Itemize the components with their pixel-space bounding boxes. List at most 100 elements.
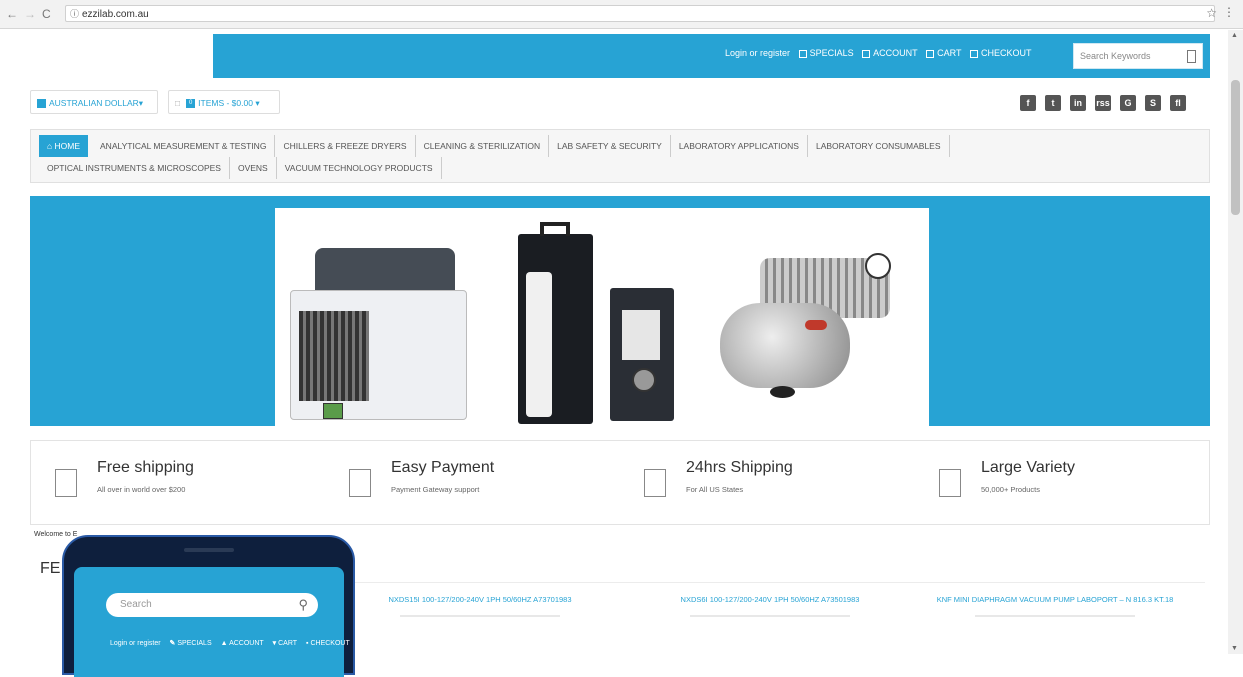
product-card[interactable]: NXDS15I 100-127/200-240V 1PH 50/60HZ A73… — [345, 594, 615, 617]
account-link[interactable]: ACCOUNT — [862, 48, 918, 58]
nav-analytical[interactable]: ANALYTICAL MEASUREMENT & TESTING — [92, 135, 276, 157]
nav-cleaning[interactable]: CLEANING & STERILIZATION — [416, 135, 550, 157]
skype-icon[interactable]: S — [1145, 95, 1161, 111]
twitter-icon[interactable]: t — [1045, 95, 1061, 111]
nav-row-1: ⌂ HOME ANALYTICAL MEASUREMENT & TESTING CH… — [39, 135, 950, 157]
mobile-account-link[interactable]: ▲ ACCOUNT — [221, 640, 264, 647]
feature-title: Large Variety — [981, 459, 1075, 476]
flickr-icon[interactable]: fl — [1170, 95, 1186, 111]
tag-icon: ✎ — [169, 640, 176, 647]
cart-summary: ITEMS - $0.00 — [198, 98, 253, 108]
scroll-up-icon[interactable]: ▲ — [1231, 32, 1238, 39]
site-header: Login or register SPECIALS ACCOUNT CART … — [30, 34, 1210, 78]
browser-chrome: ← → C ⓘ ezzilab.com.au ☆ ⋮ — [0, 0, 1243, 29]
cart-icon: □ — [175, 98, 181, 108]
feature-subtitle: All over in world over $200 — [97, 485, 186, 494]
reload-icon[interactable]: C — [42, 7, 51, 21]
info-icon: ⓘ — [70, 9, 80, 19]
nav-lab-applications[interactable]: LABORATORY APPLICATIONS — [671, 135, 808, 157]
nav-ovens[interactable]: OVENS — [230, 157, 277, 179]
product-name[interactable]: NXDS6I 100-127/200-240V 1PH 50/60HZ A735… — [635, 594, 905, 605]
checkout-icon — [969, 49, 978, 58]
featured-products: NXDS15I 100-127/200-240V 1PH 50/60HZ A73… — [345, 594, 1205, 634]
hero-product-image — [275, 208, 929, 426]
mobile-specials-link[interactable]: ✎ SPECIALS — [170, 640, 212, 647]
mobile-search-input[interactable]: Search ⚲ — [106, 593, 318, 617]
feature-free-shipping: Free shipping All over in world over $20… — [55, 459, 315, 509]
feature-title: 24hrs Shipping — [686, 459, 793, 476]
cart-icon: ▾ — [272, 640, 277, 647]
product-name[interactable]: KNF MINI DIAPHRAGM VACUUM PUMP LABOPORT … — [920, 594, 1190, 605]
back-arrow-icon[interactable]: ← — [6, 7, 18, 21]
specials-icon — [798, 49, 807, 58]
scroll-thumb[interactable] — [1231, 80, 1240, 215]
checkout-icon: ▪ — [306, 640, 309, 647]
feature-easy-payment: Easy Payment Payment Gateway support — [349, 459, 609, 509]
star-icon[interactable]: ☆ — [1206, 6, 1217, 20]
nav-home[interactable]: ⌂ HOME — [39, 135, 89, 157]
phone-mockup: Search ⚲ Login or register ✎ SPECIALS ▲ … — [62, 535, 355, 677]
feature-subtitle: 50,000+ Products — [981, 485, 1041, 494]
cart-dropdown[interactable]: □ 0 ITEMS - $0.00 ▾ — [168, 90, 280, 114]
section-divider — [345, 582, 1205, 583]
nav-lab-consumables[interactable]: LABORATORY CONSUMABLES — [808, 135, 950, 157]
nav-vacuum[interactable]: VACUUM TECHNOLOGY PRODUCTS — [277, 157, 442, 179]
feature-large-variety: Large Variety 50,000+ Products — [939, 459, 1199, 509]
nav-home-label: HOME — [54, 141, 81, 151]
search-icon[interactable]: ⚲ — [298, 593, 308, 617]
payment-icon — [349, 469, 371, 497]
nav-lab-safety[interactable]: LAB SAFETY & SECURITY — [549, 135, 671, 157]
address-bar[interactable]: ⓘ ezzilab.com.au — [65, 5, 1215, 22]
rss-icon[interactable]: rss — [1095, 95, 1111, 111]
hero-banner[interactable] — [30, 196, 1210, 426]
product-name[interactable]: NXDS15I 100-127/200-240V 1PH 50/60HZ A73… — [345, 594, 615, 605]
linkedin-icon[interactable]: in — [1070, 95, 1086, 111]
url-text: ezzilab.com.au — [82, 9, 149, 20]
welcome-text: Welcome to E — [34, 531, 78, 538]
page-scrollbar[interactable]: ▲ ▼ — [1228, 30, 1243, 654]
currency-dropdown[interactable]: AUSTRALIAN DOLLAR▾ — [30, 90, 158, 114]
login-link[interactable]: Login or register — [725, 48, 790, 58]
currency-icon — [37, 99, 46, 109]
user-icon: ▲ — [220, 640, 228, 647]
featured-heading: FE — [40, 560, 61, 577]
syringe-pump-image — [518, 222, 593, 424]
diaphragm-pump-image — [290, 248, 467, 420]
home-icon: ⌂ — [47, 141, 53, 151]
checkout-link[interactable]: CHECKOUT — [969, 48, 1032, 58]
controller-image — [610, 288, 674, 421]
nav-optical[interactable]: OPTICAL INSTRUMENTS & MICROSCOPES — [39, 157, 230, 179]
menu-icon[interactable]: ⋮ — [1223, 5, 1235, 19]
account-icon — [862, 49, 871, 58]
social-links: f t in rss G Sfl — [1020, 93, 1195, 111]
nav-row-2: OPTICAL INSTRUMENTS & MICROSCOPES OVENS VA… — [39, 157, 442, 179]
search-input[interactable]: Search Keywords — [1073, 43, 1203, 69]
mobile-login-link[interactable]: Login or register — [110, 640, 161, 647]
mobile-search-placeholder: Search — [120, 599, 152, 610]
phone-screen: Search ⚲ Login or register ✎ SPECIALS ▲ … — [74, 567, 350, 677]
forward-arrow-icon[interactable]: → — [24, 7, 36, 21]
cart-link[interactable]: CART — [926, 48, 961, 58]
search-button[interactable] — [1187, 50, 1196, 63]
product-card[interactable]: NXDS6I 100-127/200-240V 1PH 50/60HZ A735… — [635, 594, 905, 617]
feature-24hrs-shipping: 24hrs Shipping For All US States — [644, 459, 904, 509]
cart-icon — [926, 49, 935, 58]
feature-subtitle: Payment Gateway support — [391, 485, 480, 494]
cart-count-badge: 0 — [186, 99, 196, 109]
piston-pump-image — [720, 253, 900, 408]
specials-link[interactable]: SPECIALS — [798, 48, 854, 58]
facebook-icon[interactable]: f — [1020, 95, 1036, 111]
category-nav: ⌂ HOME ANALYTICAL MEASUREMENT & TESTING CH… — [30, 129, 1210, 183]
mobile-header-links: Login or register ✎ SPECIALS ▲ ACCOUNT ▾… — [110, 639, 357, 647]
shipping-icon — [55, 469, 77, 497]
logo-area[interactable] — [30, 34, 213, 78]
mobile-cart-link[interactable]: ▾ CART — [273, 640, 297, 647]
scroll-down-icon[interactable]: ▼ — [1231, 645, 1238, 652]
feature-subtitle: For All US States — [686, 485, 744, 494]
google-icon[interactable]: G — [1120, 95, 1136, 111]
product-card[interactable]: KNF MINI DIAPHRAGM VACUUM PUMP LABOPORT … — [920, 594, 1190, 617]
nav-chillers[interactable]: CHILLERS & FREEZE DRYERS — [275, 135, 416, 157]
features-strip: Free shipping All over in world over $20… — [30, 440, 1210, 525]
variety-icon — [939, 469, 961, 497]
mobile-checkout-link[interactable]: ▪ CHECKOUT — [306, 640, 350, 647]
